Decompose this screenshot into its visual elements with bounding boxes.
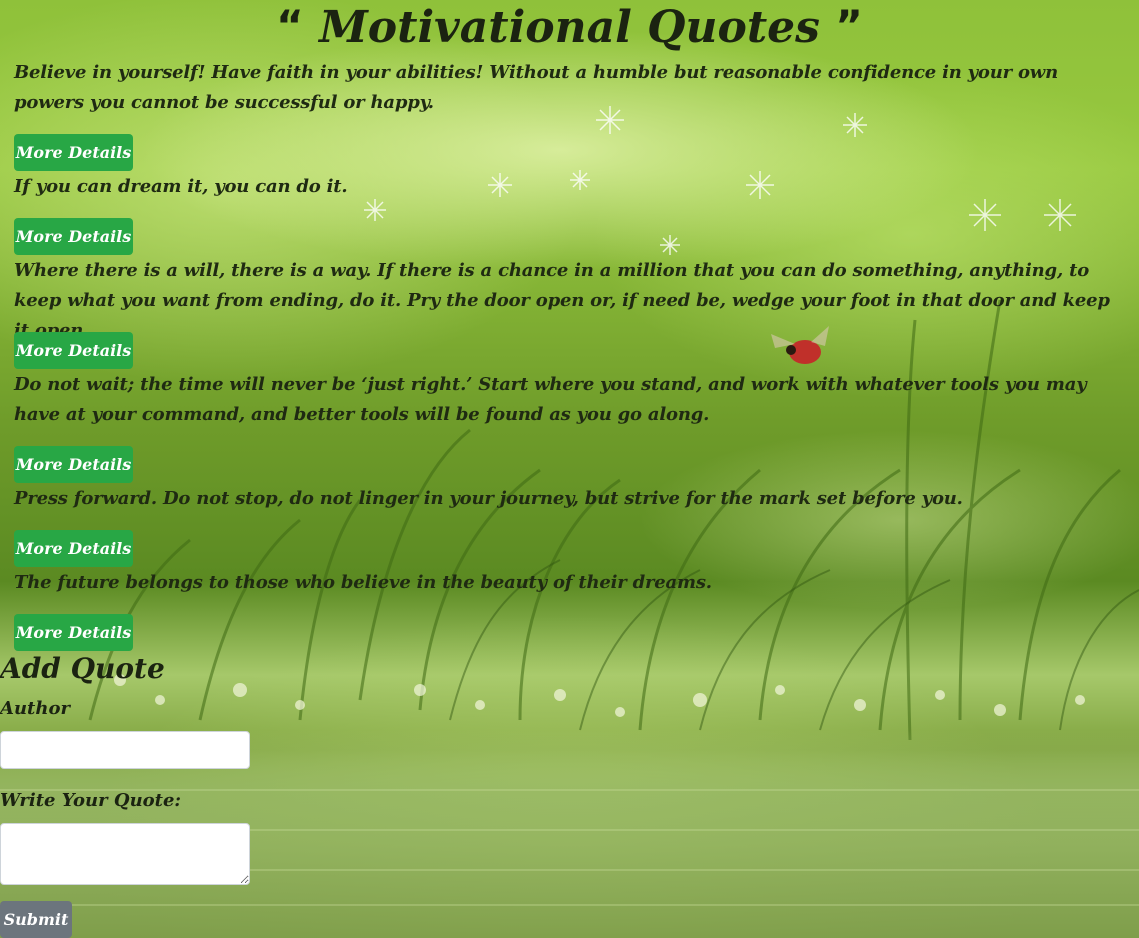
quote-text: Press forward. Do not stop, do not linge… [14,488,963,509]
more-details-button[interactable]: More Details [14,446,133,483]
more-details-button[interactable]: More Details [14,134,133,171]
quote-text: The future belongs to those who believe … [14,572,712,593]
more-details-button[interactable]: More Details [14,614,133,651]
author-input[interactable] [0,731,250,769]
close-quote-icon: ” [835,1,863,50]
quote-text: Where there is a will, there is a way. I… [14,260,1110,341]
quote-text: If you can dream it, you can do it. [14,176,348,197]
more-details-button[interactable]: More Details [14,218,133,255]
quote-textarea[interactable] [0,823,250,885]
quote-label: Write Your Quote: [0,790,182,811]
add-quote-title: Add Quote [0,652,165,685]
more-details-button[interactable]: More Details [14,332,133,369]
author-label: Author [0,698,70,719]
quote-text: Do not wait; the time will never be ‘jus… [14,374,1087,425]
page-title: “ Motivational Quotes ” [0,1,1139,54]
page-title-text: Motivational Quotes [319,2,820,53]
quote-text: Believe in yourself! Have faith in your … [14,62,1058,113]
submit-button[interactable]: Submit [0,901,72,938]
more-details-button[interactable]: More Details [14,530,133,567]
open-quote-icon: “ [276,1,304,50]
